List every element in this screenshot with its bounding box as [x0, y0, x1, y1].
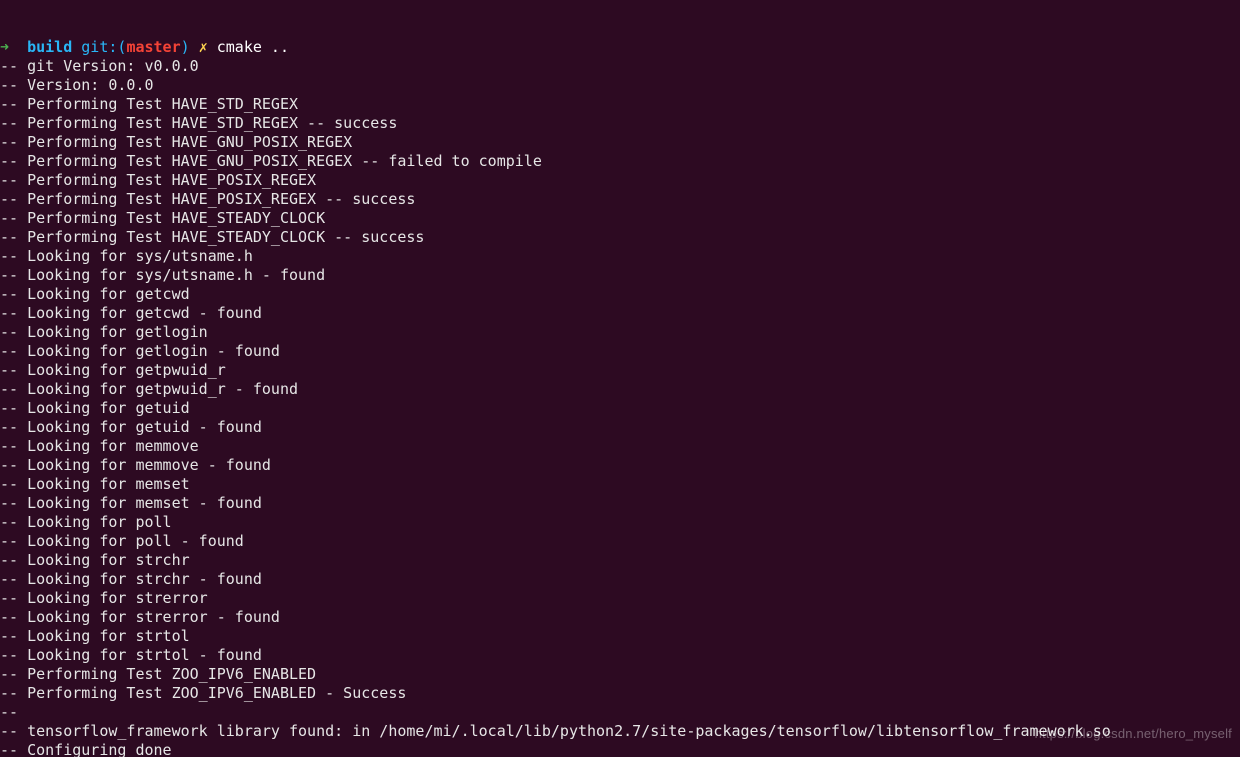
watermark: https://blog.csdn.net/hero_myself	[1035, 724, 1232, 743]
output-line: -- Looking for getcwd - found	[0, 304, 1240, 323]
output-line: -- Looking for strtol	[0, 627, 1240, 646]
output-line: --	[0, 703, 1240, 722]
output-line: -- Looking for getpwuid_r - found	[0, 380, 1240, 399]
output-line: -- Looking for strchr - found	[0, 570, 1240, 589]
output-line: -- Performing Test HAVE_STEADY_CLOCK -- …	[0, 228, 1240, 247]
output-line: -- Performing Test HAVE_POSIX_REGEX -- s…	[0, 190, 1240, 209]
output-line: -- Looking for getcwd	[0, 285, 1240, 304]
output-block: -- git Version: v0.0.0-- Version: 0.0.0-…	[0, 57, 1240, 757]
output-line: -- Performing Test HAVE_POSIX_REGEX	[0, 171, 1240, 190]
output-line: -- Looking for getuid	[0, 399, 1240, 418]
output-line: -- Looking for poll - found	[0, 532, 1240, 551]
output-line: -- Looking for strerror	[0, 589, 1240, 608]
terminal[interactable]: ➜ build git:(master) ✗ cmake ..-- git Ve…	[0, 0, 1240, 757]
output-line: -- Looking for getpwuid_r	[0, 361, 1240, 380]
output-line: -- Looking for memmove - found	[0, 456, 1240, 475]
output-line: -- Performing Test HAVE_GNU_POSIX_REGEX	[0, 133, 1240, 152]
prompt-status-icon: ✗	[199, 38, 208, 56]
prompt-cwd: build	[27, 38, 72, 56]
prompt-git-label: git:	[81, 38, 117, 56]
output-line: -- Version: 0.0.0	[0, 76, 1240, 95]
output-line: -- Looking for strchr	[0, 551, 1240, 570]
prompt-line: ➜ build git:(master) ✗ cmake ..	[0, 38, 1240, 57]
output-line: -- git Version: v0.0.0	[0, 57, 1240, 76]
output-line: -- Performing Test HAVE_STD_REGEX -- suc…	[0, 114, 1240, 133]
output-line: -- Looking for getlogin	[0, 323, 1240, 342]
output-line: -- Looking for strtol - found	[0, 646, 1240, 665]
output-line: -- Performing Test ZOO_IPV6_ENABLED - Su…	[0, 684, 1240, 703]
output-line: -- Performing Test HAVE_STD_REGEX	[0, 95, 1240, 114]
output-line: -- Performing Test ZOO_IPV6_ENABLED	[0, 665, 1240, 684]
prompt-branch: master	[126, 38, 180, 56]
output-line: -- Looking for memmove	[0, 437, 1240, 456]
output-line: -- Configuring done	[0, 741, 1240, 757]
output-line: -- Looking for sys/utsname.h - found	[0, 266, 1240, 285]
output-line: -- Performing Test HAVE_STEADY_CLOCK	[0, 209, 1240, 228]
command-text: cmake ..	[217, 38, 289, 56]
output-line: -- Looking for sys/utsname.h	[0, 247, 1240, 266]
output-line: -- Looking for poll	[0, 513, 1240, 532]
output-line: -- Performing Test HAVE_GNU_POSIX_REGEX …	[0, 152, 1240, 171]
output-line: -- Looking for getuid - found	[0, 418, 1240, 437]
output-line: -- Looking for memset - found	[0, 494, 1240, 513]
prompt-arrow-icon: ➜	[0, 38, 9, 56]
prompt-paren-close: )	[181, 38, 190, 56]
output-line: -- Looking for strerror - found	[0, 608, 1240, 627]
output-line: -- Looking for memset	[0, 475, 1240, 494]
output-line: -- Looking for getlogin - found	[0, 342, 1240, 361]
